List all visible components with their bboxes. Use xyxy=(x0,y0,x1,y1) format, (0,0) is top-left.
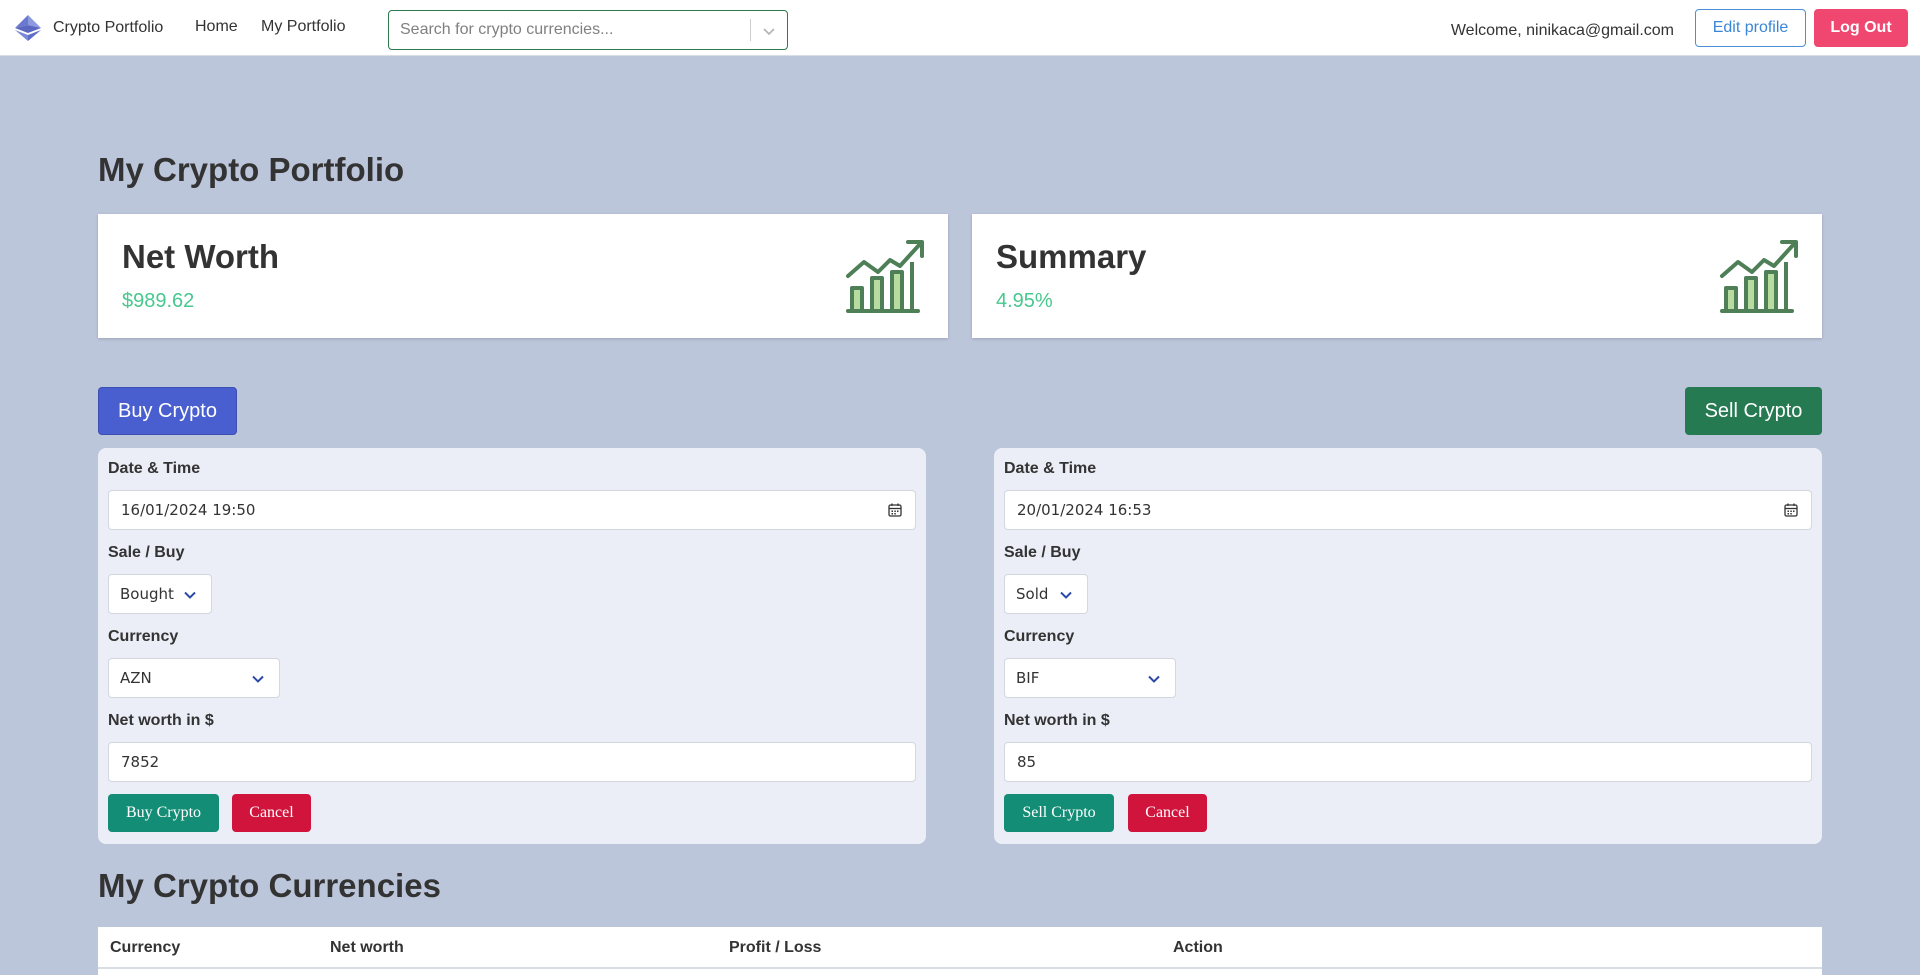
column-header-net-worth: Net worth xyxy=(330,939,404,956)
net-worth-value: $989.62 xyxy=(122,290,195,312)
cancel-button[interactable]: Cancel xyxy=(232,794,311,832)
net-worth-label: Net worth in $ xyxy=(108,712,214,729)
date-time-input[interactable]: 20/01/2024 16:53 xyxy=(1004,490,1812,530)
sale-buy-value: Sold xyxy=(1016,585,1049,603)
ethereum-logo-icon xyxy=(15,15,41,41)
column-header-action: Action xyxy=(1173,939,1223,956)
edit-profile-button[interactable]: Edit profile xyxy=(1695,9,1806,47)
net-worth-input-value: 7852 xyxy=(121,753,160,771)
net-worth-input-value: 85 xyxy=(1017,753,1037,771)
date-time-value: 16/01/2024 19:50 xyxy=(121,501,256,519)
chevron-down-icon xyxy=(1148,675,1160,683)
growth-chart-icon xyxy=(1720,240,1798,313)
currency-value: AZN xyxy=(120,669,152,687)
search-separator xyxy=(750,19,751,41)
currencies-table: Currency Net worth Profit / Loss Action xyxy=(98,927,1822,975)
date-time-label: Date & Time xyxy=(1004,460,1097,477)
currencies-title: My Crypto Currencies xyxy=(98,867,441,904)
chevron-down-icon[interactable] xyxy=(759,21,779,41)
net-worth-label: Net worth in $ xyxy=(1004,712,1110,729)
logout-button[interactable]: Log Out xyxy=(1814,9,1908,47)
date-time-input[interactable]: 16/01/2024 19:50 xyxy=(108,490,916,530)
sale-buy-select[interactable]: Sold xyxy=(1004,574,1088,614)
date-time-label: Date & Time xyxy=(108,460,201,477)
net-worth-input[interactable]: 85 xyxy=(1004,742,1812,782)
growth-chart-icon xyxy=(846,240,924,313)
currency-select[interactable]: BIF xyxy=(1004,658,1176,698)
nav-my-portfolio-link[interactable]: My Portfolio xyxy=(261,18,345,36)
date-time-value: 20/01/2024 16:53 xyxy=(1017,501,1152,519)
calendar-icon[interactable] xyxy=(1783,502,1799,518)
sale-buy-label: Sale / Buy xyxy=(1004,544,1081,561)
summary-card: Summary 4.95% xyxy=(972,214,1822,338)
table-header: Currency Net worth Profit / Loss Action xyxy=(98,927,1822,969)
net-worth-input[interactable]: 7852 xyxy=(108,742,916,782)
top-navbar: Crypto Portfolio Home My Portfolio Welco… xyxy=(0,0,1920,56)
sale-buy-select[interactable]: Bought xyxy=(108,574,212,614)
cancel-button[interactable]: Cancel xyxy=(1128,794,1207,832)
brand-name: Crypto Portfolio xyxy=(53,19,164,36)
sale-buy-value: Bought xyxy=(120,585,174,603)
net-worth-title: Net Worth xyxy=(122,238,280,275)
currency-label: Currency xyxy=(108,628,179,645)
currency-value: BIF xyxy=(1016,669,1040,687)
chevron-down-icon xyxy=(252,675,264,683)
crypto-search-select[interactable] xyxy=(388,10,788,50)
sell-crypto-toggle-button[interactable]: Sell Crypto xyxy=(1685,387,1822,435)
summary-value: 4.95% xyxy=(996,290,1053,312)
search-input[interactable] xyxy=(389,11,749,49)
summary-title: Summary xyxy=(996,238,1147,275)
calendar-icon[interactable] xyxy=(887,502,903,518)
currency-select[interactable]: AZN xyxy=(108,658,280,698)
column-header-profit-loss: Profit / Loss xyxy=(729,939,822,956)
brand[interactable]: Crypto Portfolio xyxy=(12,12,163,44)
buy-crypto-submit-button[interactable]: Buy Crypto xyxy=(108,794,219,832)
buy-crypto-toggle-button[interactable]: Buy Crypto xyxy=(98,387,237,435)
nav-home-link[interactable]: Home xyxy=(195,18,238,36)
chevron-down-icon xyxy=(1060,591,1072,599)
buy-crypto-form: Date & Time 16/01/2024 19:50 Sale / Buy … xyxy=(98,448,926,844)
page-title: My Crypto Portfolio xyxy=(98,151,405,188)
chevron-down-icon xyxy=(184,591,196,599)
net-worth-card: Net Worth $989.62 xyxy=(98,214,948,338)
sell-crypto-submit-button[interactable]: Sell Crypto xyxy=(1004,794,1114,832)
welcome-text: Welcome, ninikaca@gmail.com xyxy=(1450,22,1674,39)
sell-crypto-form: Date & Time 20/01/2024 16:53 Sale / Buy … xyxy=(994,448,1822,844)
sale-buy-label: Sale / Buy xyxy=(108,544,185,561)
currency-label: Currency xyxy=(1004,628,1075,645)
column-header-currency: Currency xyxy=(110,939,181,956)
